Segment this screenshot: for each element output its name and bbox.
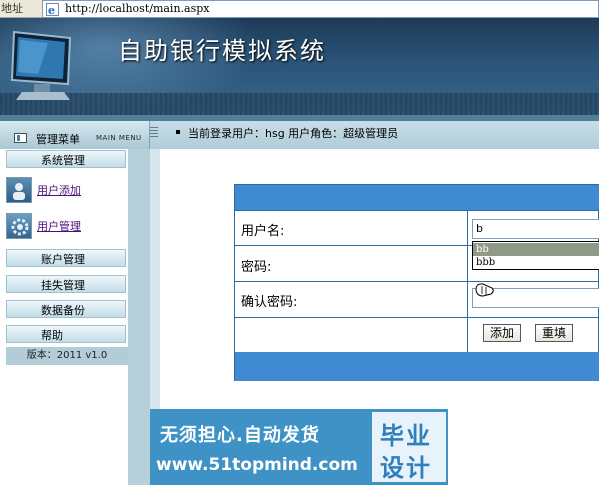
menu-collapse-grip-icon[interactable] (150, 127, 158, 137)
sidebar-section-loss[interactable]: 挂失管理 (6, 275, 126, 293)
ie-page-icon: e (46, 3, 59, 16)
sidebar-section-account[interactable]: 账户管理 (6, 249, 126, 267)
address-field[interactable]: e http://localhost/main.aspx (42, 0, 599, 18)
username-input[interactable]: b (472, 219, 599, 239)
sidebar-item-manage-user[interactable]: 用户管理 (6, 213, 116, 241)
menu-header-left: 管理菜单 MAIN MENU (0, 121, 150, 149)
address-bar: 地址 (D) e http://localhost/main.aspx (0, 0, 599, 31)
app-title: 自助银行模拟系统 (118, 37, 326, 65)
reset-button[interactable]: 重填 (535, 324, 574, 342)
add-button[interactable]: 添加 (483, 324, 522, 342)
sidebar: 系统管理 用户添加 用户管理 账户管理 挂失管理 数据备份 帮助 版本：2011… (0, 149, 160, 485)
form-row-confirm: 确认密码: (235, 281, 599, 317)
sidebar-section-label: 系统管理 (41, 154, 85, 167)
sidebar-section-label: 数据备份 (41, 304, 85, 317)
username-label: 用户名: (241, 224, 285, 239)
watermark-overlay: 无须担心.自动发货 www.51topmind.com 毕业 设计 (150, 409, 448, 485)
menu-subtitle: MAIN MENU (96, 134, 142, 142)
watermark-badge: 毕业 设计 (372, 412, 446, 482)
header-banner: 自助银行模拟系统 (0, 18, 599, 115)
sidebar-section-help[interactable]: 帮助 (6, 325, 126, 343)
svg-text:e: e (48, 4, 55, 16)
menu-title: 管理菜单 (36, 133, 80, 146)
menu-header: 管理菜单 MAIN MENU 当前登录用户：hsg 用户角色：超级管理员 (0, 115, 599, 149)
version-label: 版本：2011 v1.0 (6, 347, 128, 365)
sidebar-section-label: 挂失管理 (41, 279, 85, 292)
add-user-form: 用户名: b 密码: 确认密码: 添加 重填 bb bbb (234, 184, 599, 381)
watermark-badge-top: 毕业 (380, 422, 432, 450)
sidebar-item-add-user[interactable]: 用户添加 (6, 177, 116, 205)
form-row-buttons: 添加 重填 (235, 317, 599, 352)
confirm-password-label: 确认密码: (241, 295, 298, 310)
computer-monitor-icon (10, 30, 72, 100)
watermark-line1: 无须担心.自动发货 (160, 425, 320, 446)
autocomplete-dropdown[interactable]: bb bbb (472, 241, 599, 270)
sidebar-section-label: 帮助 (41, 329, 63, 342)
sidebar-section-system[interactable]: 系统管理 (6, 150, 126, 168)
watermark-badge-bottom: 设计 (380, 454, 432, 482)
autocomplete-option[interactable]: bb (473, 243, 599, 256)
watermark-line2: www.51topmind.com (156, 455, 358, 475)
form-footer-bar (235, 352, 599, 381)
form-row-username: 用户名: b (235, 210, 599, 245)
sidebar-section-label: 账户管理 (41, 253, 85, 266)
address-label: 地址 (D) (1, 2, 23, 31)
sidebar-section-backup[interactable]: 数据备份 (6, 300, 126, 318)
user-add-icon (6, 177, 32, 203)
menu-panel-icon (14, 133, 27, 143)
sidebar-link-label[interactable]: 用户管理 (37, 218, 81, 234)
autocomplete-option[interactable]: bbb (473, 256, 599, 269)
form-header-bar (235, 185, 599, 210)
address-url[interactable]: http://localhost/main.aspx (65, 1, 209, 17)
current-user-info: 当前登录用户：hsg 用户角色：超级管理员 (188, 127, 399, 140)
sidebar-link-label[interactable]: 用户添加 (37, 182, 81, 198)
password-label: 密码: (241, 260, 272, 275)
gear-icon (6, 213, 32, 239)
bullet-icon (176, 130, 180, 134)
mouse-pointer-icon (475, 283, 494, 297)
